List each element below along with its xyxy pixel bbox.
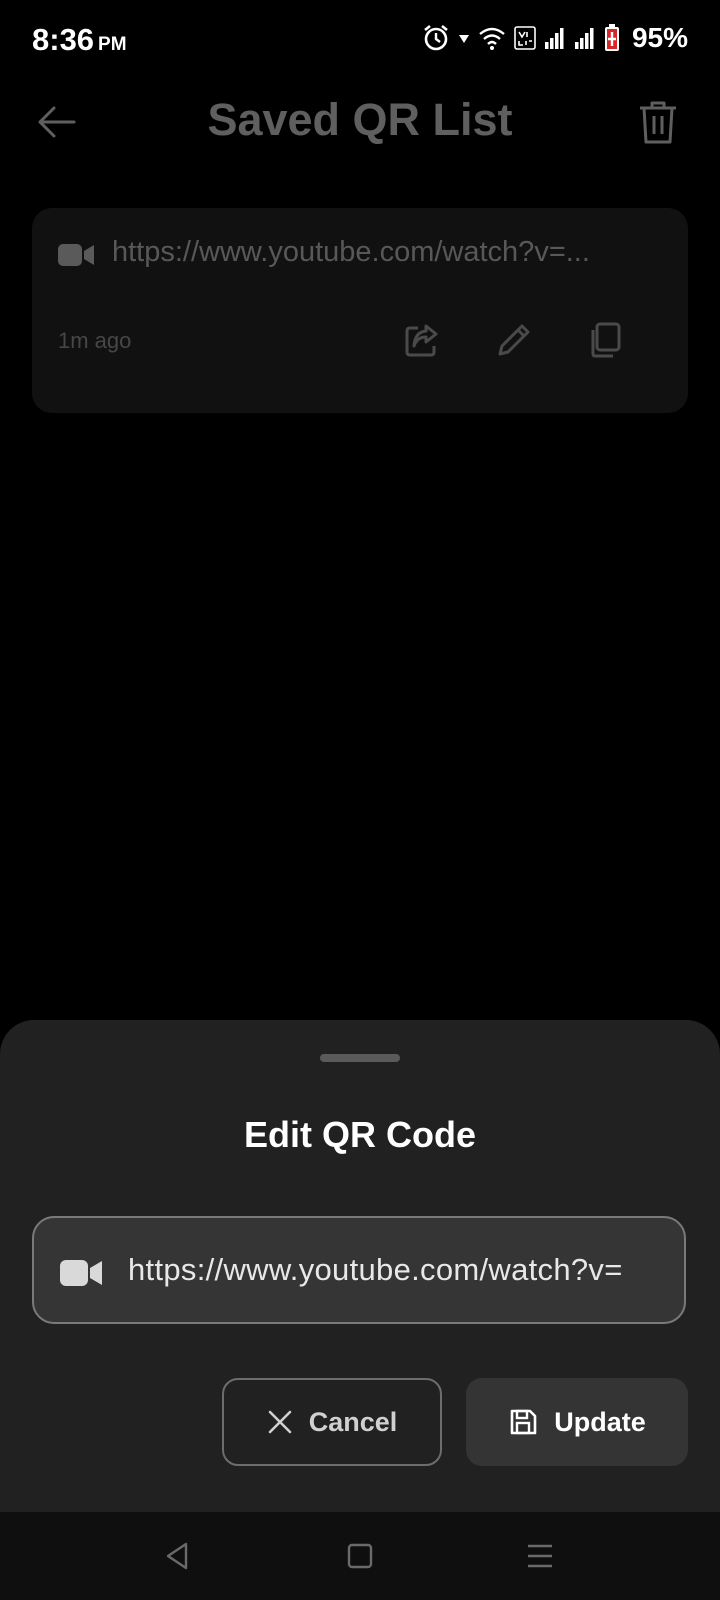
video-icon	[58, 244, 94, 266]
edit-qr-sheet: Edit QR Code https://www.youtube.com/wat…	[0, 1020, 720, 1512]
share-icon	[405, 324, 438, 357]
wifi-icon	[479, 27, 505, 50]
save-icon	[510, 1409, 537, 1435]
qr-url-value[interactable]: https://www.youtube.com/watch?v=	[128, 1252, 663, 1288]
saved-qr-time: 1m ago	[58, 328, 132, 353]
menu-lines-icon	[528, 1544, 552, 1568]
battery-percent: 95%	[631, 22, 688, 53]
delete-all-button[interactable]	[636, 98, 680, 146]
status-time-value: 8:36	[32, 22, 95, 57]
home-square-icon	[347, 1543, 373, 1569]
edit-icon	[498, 324, 530, 356]
data-arrow-icon	[458, 35, 469, 43]
page-title: Saved QR List	[207, 94, 513, 145]
volte-icon	[514, 26, 536, 50]
cancel-button[interactable]: Cancel	[222, 1378, 442, 1466]
alarm-icon	[424, 24, 448, 51]
copy-button[interactable]	[586, 320, 626, 360]
edit-button[interactable]	[494, 320, 534, 360]
system-nav-bar	[0, 1512, 720, 1600]
status-bar: 8:36 PM 95%	[0, 0, 720, 80]
battery-icon	[604, 24, 619, 51]
nav-recents-button[interactable]	[520, 1536, 560, 1576]
saved-qr-url: https://www.youtube.com/watch?v=...	[112, 236, 590, 268]
saved-qr-card[interactable]: https://www.youtube.com/watch?v=... 1m a…	[32, 208, 688, 413]
qr-url-field[interactable]: https://www.youtube.com/watch?v=	[32, 1216, 686, 1324]
update-label: Update	[554, 1406, 646, 1437]
sheet-drag-handle[interactable]	[320, 1054, 400, 1062]
copy-icon	[591, 322, 621, 358]
status-ampm: PM	[98, 34, 127, 55]
nav-home-button[interactable]	[340, 1536, 380, 1576]
signal-icon	[544, 28, 564, 49]
status-time: 8:36 PM	[32, 22, 127, 58]
back-triangle-icon	[166, 1542, 188, 1570]
cancel-label: Cancel	[308, 1406, 398, 1437]
trash-icon	[640, 101, 676, 144]
close-icon	[268, 1410, 292, 1434]
nav-back-button[interactable]	[158, 1536, 198, 1576]
video-icon	[60, 1260, 102, 1286]
status-icons: 95%	[422, 22, 688, 54]
sheet-title: Edit QR Code	[244, 1114, 476, 1155]
signal-icon	[574, 28, 594, 49]
update-button[interactable]: Update	[466, 1378, 688, 1466]
share-button[interactable]	[402, 320, 442, 360]
app-bar: Saved QR List	[0, 80, 720, 160]
